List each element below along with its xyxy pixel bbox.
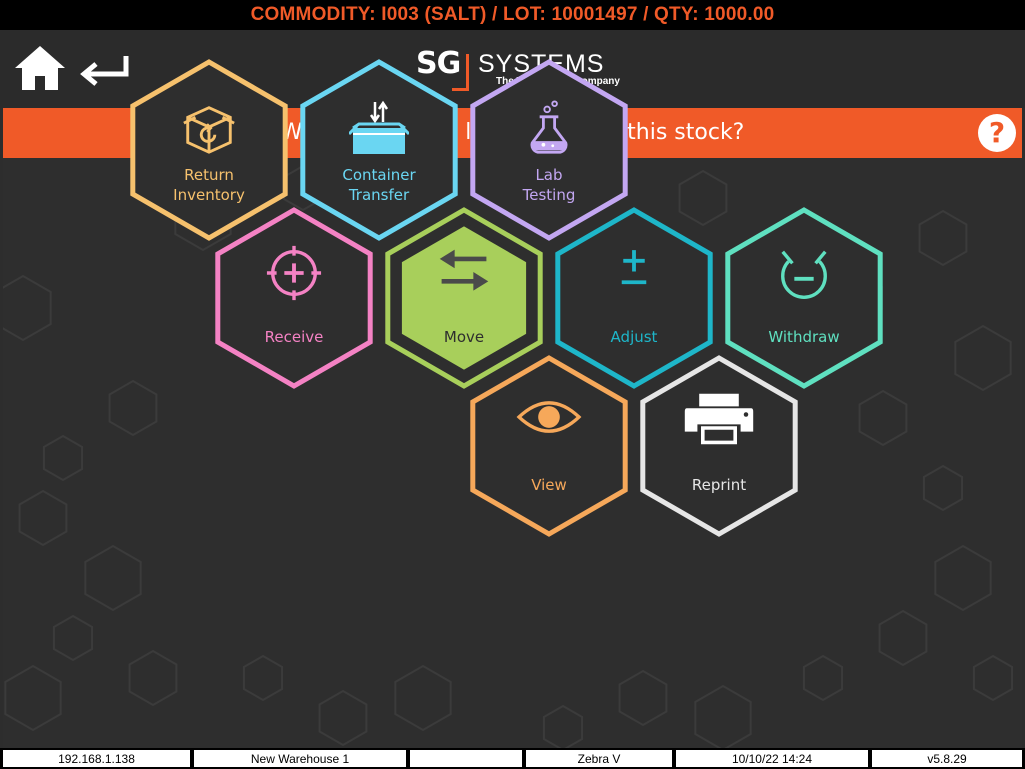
reprint-button[interactable]: Reprint <box>640 355 798 537</box>
view-label: View <box>531 476 567 494</box>
status-datetime: 10/10/22 14:24 <box>676 750 868 767</box>
adjust-hexagon <box>555 207 713 389</box>
lab-testing-button[interactable]: Lab Testing <box>470 59 628 241</box>
container-transfer-label-line2: Transfer <box>348 186 410 204</box>
background-hexagon <box>52 614 94 662</box>
receive-button[interactable]: Receive <box>215 207 373 389</box>
background-hexagon <box>802 654 844 702</box>
view-button[interactable]: View <box>470 355 628 537</box>
container-transfer-label: Container <box>342 166 416 184</box>
lab-testing-label-line2: Testing <box>522 186 576 204</box>
adjust-button[interactable]: Adjust <box>555 207 713 389</box>
background-hexagon <box>318 689 368 747</box>
background-hexagon <box>128 649 178 707</box>
background-hexagon <box>878 609 928 667</box>
action-hex-grid: Return Inventory Container Transfer Lab Testi… <box>130 59 883 537</box>
adjust-label: Adjust <box>611 328 658 346</box>
reprint-hexagon <box>640 355 798 537</box>
lab-testing-label: Lab <box>535 166 562 184</box>
status-blank <box>410 750 522 767</box>
withdraw-button[interactable]: Withdraw <box>725 207 883 389</box>
move-label: Move <box>444 328 484 346</box>
background-hexagon <box>618 669 668 727</box>
status-bar: 192.168.1.138 New Warehouse 1 Zebra V 10… <box>0 748 1025 769</box>
return-inventory-label-line2: Inventory <box>173 186 245 204</box>
receive-label: Receive <box>265 328 324 346</box>
return-inventory-button[interactable]: Return Inventory <box>130 59 288 241</box>
background-hexagon <box>694 684 752 748</box>
withdraw-label: Withdraw <box>768 328 839 346</box>
status-ip: 192.168.1.138 <box>3 750 190 767</box>
background-hexagon <box>4 664 62 732</box>
status-printer: Zebra V <box>526 750 672 767</box>
background-hexagon <box>972 654 1014 702</box>
container-transfer-button[interactable]: Container Transfer <box>300 59 458 241</box>
reprint-label: Reprint <box>692 476 746 494</box>
status-version: v5.8.29 <box>872 750 1022 767</box>
view-hexagon <box>470 355 628 537</box>
background-hexagon <box>542 704 584 748</box>
return-inventory-label: Return <box>184 166 234 184</box>
background-hexagon <box>394 664 452 732</box>
move-button[interactable]: Move <box>385 207 543 389</box>
background-hexagon <box>242 654 284 702</box>
status-warehouse: New Warehouse 1 <box>194 750 406 767</box>
